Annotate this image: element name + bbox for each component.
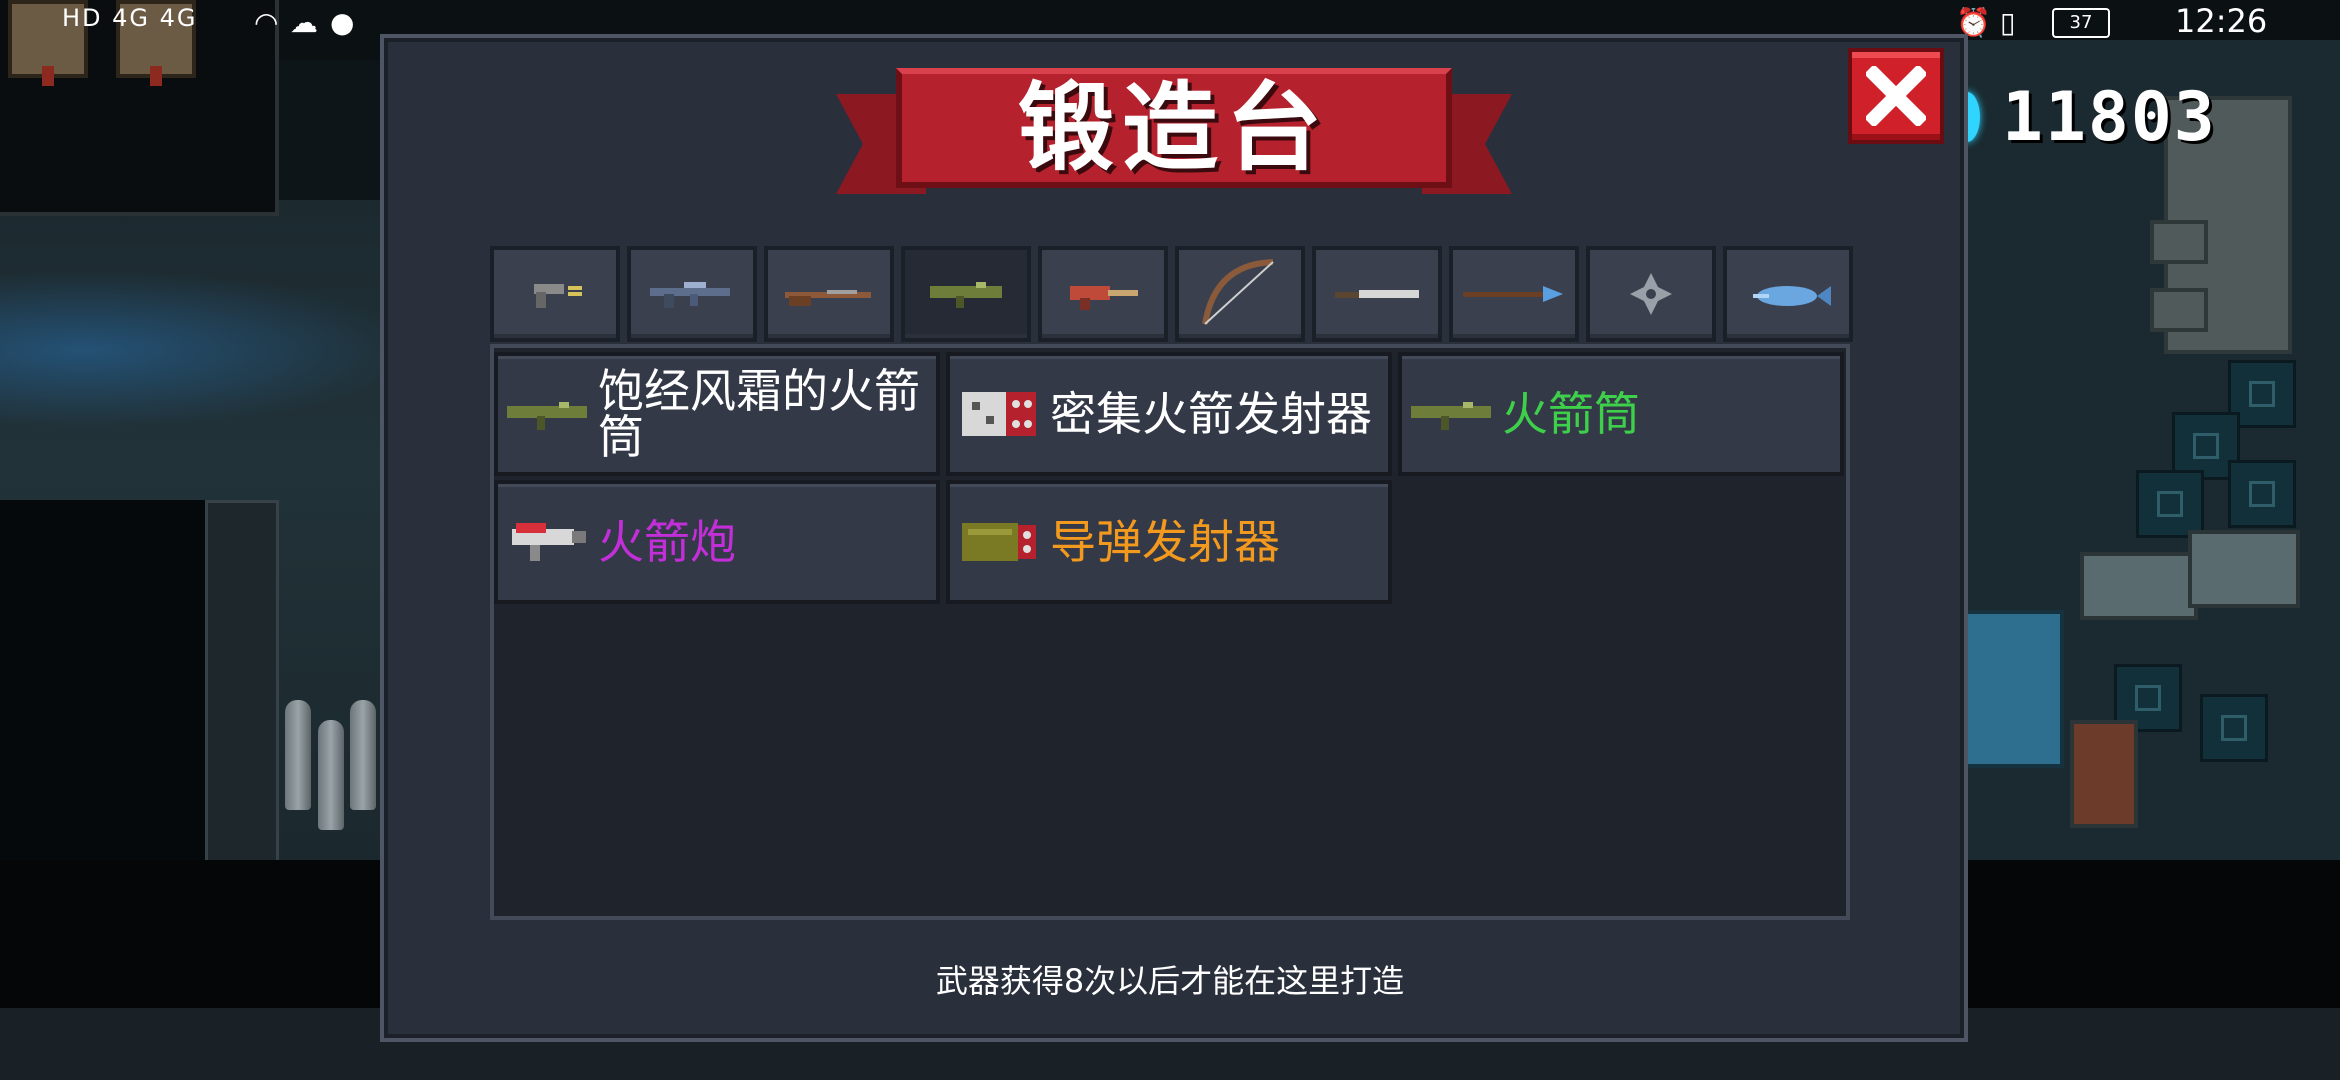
forge-item[interactable]: 饱经风霜的火箭筒 [494,352,940,476]
item-label: 火箭炮 [598,515,736,569]
rocket-launcher-icon [930,282,1002,308]
item-label: 导弹发射器 [1050,515,1280,569]
rifle-icon [650,282,730,308]
tab-shotgun[interactable] [764,246,894,342]
panel-knob [2150,220,2208,264]
close-button[interactable] [1848,48,1944,144]
crate [2228,460,2296,528]
close-x-icon [1866,66,1926,126]
bazooka-icon [1411,402,1491,430]
vibrate-icon: ▯ [2000,6,2016,39]
wifi-icon: ◠ [254,6,279,39]
item-label: 火箭筒 [1502,387,1640,441]
rocket-pod-icon [962,392,1036,436]
rocket-cannon-icon [512,523,586,561]
sword-icon [1335,290,1419,298]
blue-light [0,270,420,430]
tab-spear[interactable] [1449,246,1579,342]
tab-flamethrower[interactable] [1038,246,1168,342]
shuriken-icon [1630,273,1672,315]
title-banner: 锻造台 [836,64,1512,214]
gas-tank [350,700,376,810]
dark-doorway [0,500,210,860]
fish-weapon-icon [1753,286,1831,306]
bazooka-icon [507,402,587,430]
weapon-category-tabs [490,246,1853,342]
battery-level: 37 [2052,8,2110,38]
crate [2136,470,2204,538]
forge-item[interactable]: 密集火箭发射器 [946,352,1392,476]
cloud-icon: ☁ [290,6,318,39]
forge-requirement-note: 武器获得8次以后才能在这里打造 [935,962,1405,1000]
tab-sword[interactable] [1312,246,1442,342]
dialog-title: 锻造台 [1018,72,1330,184]
tab-shuriken[interactable] [1586,246,1716,342]
forge-item[interactable]: 导弹发射器 [946,480,1392,604]
spear-icon [1463,286,1563,302]
forge-item[interactable]: 火箭炮 [494,480,940,604]
item-label: 密集火箭发射器 [1050,387,1372,441]
panel-knob [2150,288,2208,332]
tab-bow[interactable] [1175,246,1305,342]
missile-launcher-icon [962,523,1036,561]
bench [2188,530,2300,608]
flamethrower-icon [1070,286,1138,310]
monitor [1962,610,2064,768]
network-indicators: HD 4G 4G [62,4,198,32]
tab-rifle[interactable] [627,246,757,342]
pistol-icon [534,284,582,308]
pillar [205,500,279,866]
tab-pistol[interactable] [490,246,620,342]
forge-item[interactable]: 火箭筒 [1398,352,1844,476]
tab-rocket-launcher[interactable] [901,246,1031,342]
bow-icon [1202,259,1274,325]
tab-fish-weapon[interactable] [1723,246,1853,342]
message-icon: ● [330,6,355,39]
gas-tank [318,720,344,830]
gem-count: 11803 [2002,78,2217,157]
item-label: 饱经风霜的火箭筒 [598,364,920,464]
gas-tank [285,700,311,810]
bench [2080,552,2198,620]
clock: 12:26 [2175,2,2268,40]
crate [2200,694,2268,762]
shotgun-icon [785,290,871,306]
robot [2070,720,2138,828]
